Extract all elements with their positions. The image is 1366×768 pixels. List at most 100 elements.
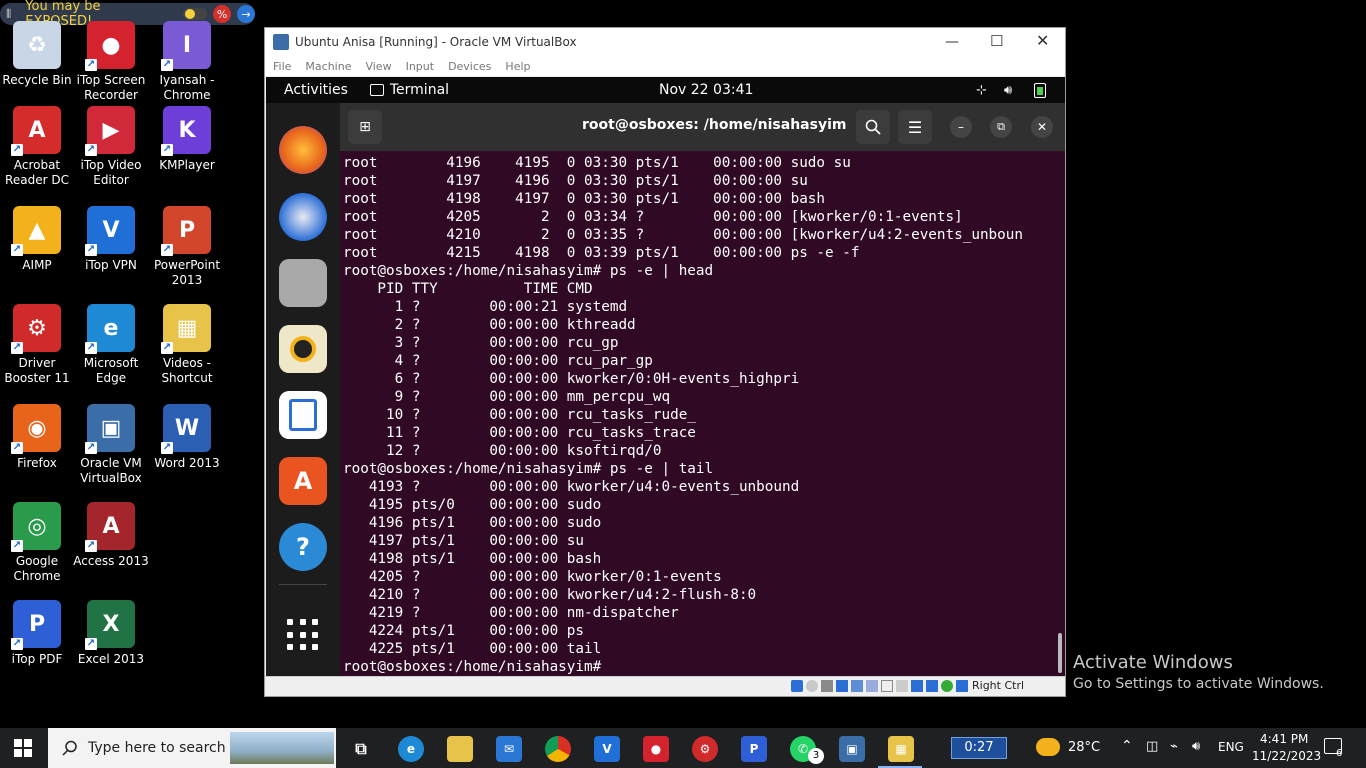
close-terminal-button[interactable]: ✕	[1031, 116, 1053, 138]
new-tab-button[interactable]: ⊞	[348, 110, 382, 144]
videos-taskbar-icon[interactable]: ▦	[888, 736, 914, 762]
shortcut-arrow-icon: ↗	[85, 638, 97, 650]
toggle-icon[interactable]	[183, 8, 208, 20]
search-box[interactable]: Type here to search	[48, 728, 336, 768]
activities-button[interactable]: Activities	[284, 82, 348, 98]
rhythmbox-dock-icon[interactable]	[279, 325, 327, 373]
desktop-icon[interactable]: W ↗ Word 2013	[149, 404, 225, 471]
chevron-up-icon[interactable]: ⌃	[1121, 738, 1133, 754]
app-menu[interactable]: Terminal	[390, 82, 449, 98]
shortcut-arrow-icon: ↗	[85, 442, 97, 454]
vt-icon[interactable]	[926, 680, 938, 692]
cpu-icon[interactable]	[911, 680, 923, 692]
driver-booster-taskbar-icon[interactable]: ⚙	[692, 736, 718, 762]
desktop-icon[interactable]: P ↗ PowerPoint 2013	[149, 206, 225, 288]
acrobat-icon: A ↗	[11, 106, 61, 156]
host-key-icon[interactable]	[956, 680, 968, 692]
terminal-header-bar[interactable]: ⊞ root@osboxes: /home/nisahasyim ☰ – ⧉ ✕	[340, 103, 1065, 151]
network-adapter-icon[interactable]	[836, 680, 848, 692]
help-dock-icon[interactable]: ?	[279, 523, 327, 571]
desktop-icon[interactable]: ▲ ↗ AIMP	[0, 206, 75, 273]
desktop-icon[interactable]: P ↗ iTop PDF	[0, 600, 75, 667]
terminal-line: root@osboxes:/home/nisahasyim#	[343, 659, 610, 675]
search-button[interactable]	[856, 110, 890, 144]
desktop-icon[interactable]: A ↗ Access 2013	[73, 502, 149, 569]
writer-dock-icon[interactable]	[279, 391, 327, 439]
powerpoint-icon: P ↗	[161, 206, 211, 256]
language-indicator[interactable]: ENG	[1218, 740, 1244, 754]
disk-icon[interactable]	[791, 680, 803, 692]
vm-title-bar[interactable]: Ubuntu Anisa [Running] - Oracle VM Virtu…	[265, 28, 1065, 56]
forward-arrow-icon[interactable]: →	[237, 5, 255, 23]
maximize-button[interactable]: ☐	[990, 32, 1003, 50]
meet-icon[interactable]: ◫	[1146, 739, 1158, 754]
menu-input[interactable]: Input	[406, 60, 434, 73]
weather-icon[interactable]	[1036, 738, 1060, 756]
files-dock-icon[interactable]	[279, 259, 327, 307]
terminal-output[interactable]: root 4196 4195 0 03:30 pts/1 00:00:00 su…	[340, 151, 1065, 677]
network-icon[interactable]: ⊹	[976, 83, 987, 98]
file-explorer-icon[interactable]	[447, 736, 473, 762]
show-apps-icon[interactable]	[287, 619, 319, 651]
clock-time[interactable]: 4:41 PM	[1260, 732, 1308, 746]
terminal-line: root 4205 2 0 03:34 ? 00:00:00 [kworker/…	[343, 209, 963, 225]
timer-widget[interactable]: 0:27	[951, 737, 1007, 759]
volume-icon[interactable]: 🔊︎	[1004, 83, 1012, 98]
menu-machine[interactable]: Machine	[305, 60, 351, 73]
desktop-icon[interactable]: X ↗ Excel 2013	[73, 600, 149, 667]
desktop-icon[interactable]: I ↗ Iyansah - Chrome	[149, 21, 225, 103]
firefox-dock-icon[interactable]	[279, 126, 327, 174]
desktop-icon[interactable]: e ↗ Microsoft Edge	[73, 304, 149, 386]
menu-devices[interactable]: Devices	[448, 60, 491, 73]
close-button[interactable]: ✕	[1036, 31, 1049, 50]
desktop-icon[interactable]: ▣ ↗ Oracle VM VirtualBox	[73, 404, 149, 486]
desktop-icon[interactable]: ◉ ↗ Firefox	[0, 404, 75, 471]
terminal-line: root 4197 4196 0 03:30 pts/1 00:00:00 su	[343, 173, 808, 189]
audio-icon[interactable]	[821, 680, 833, 692]
recording-icon[interactable]	[896, 680, 908, 692]
vpn-taskbar-icon[interactable]: V	[594, 736, 620, 762]
mail-icon[interactable]: ✉	[496, 736, 522, 762]
desktop-icon[interactable]: ◎ ↗ Google Chrome	[0, 502, 75, 584]
weather-temp[interactable]: 28°C	[1068, 740, 1100, 755]
desktop-icon[interactable]: ⚙ ↗ Driver Booster 11	[0, 304, 75, 386]
shared-folder-icon[interactable]	[866, 680, 878, 692]
power-icon[interactable]: ⌁	[1170, 739, 1178, 754]
clock-date[interactable]: 11/22/2023	[1252, 749, 1321, 763]
thunderbird-dock-icon[interactable]	[279, 193, 327, 241]
desktop-icon[interactable]: ▶ ↗ iTop Video Editor	[73, 106, 149, 188]
terminal-scrollbar[interactable]	[1058, 633, 1062, 673]
shortcut-arrow-icon: ↗	[85, 540, 97, 552]
terminal-line: 4210 ? 00:00:00 kworker/u4:2-flush-8:0	[343, 587, 757, 603]
chrome-taskbar-icon[interactable]	[545, 736, 571, 762]
usb-icon[interactable]	[851, 680, 863, 692]
optical-icon[interactable]	[806, 680, 818, 692]
desktop-icon[interactable]: ▦ ↗ Videos - Shortcut	[149, 304, 225, 386]
mouse-integration-icon[interactable]	[941, 680, 953, 692]
start-button[interactable]	[14, 739, 32, 757]
desktop-icon[interactable]: K ↗ KMPlayer	[149, 106, 225, 173]
menu-help[interactable]: Help	[505, 60, 530, 73]
minimize-button[interactable]: —	[945, 34, 959, 50]
minimize-terminal-button[interactable]: –	[950, 116, 972, 138]
terminal-line: 11 ? 00:00:00 rcu_tasks_trace	[343, 425, 696, 441]
virtualbox-taskbar-icon[interactable]: ▣	[839, 736, 865, 762]
battery-icon[interactable]	[1034, 83, 1046, 98]
desktop-icon[interactable]: ♻ Recycle Bin	[0, 21, 75, 88]
menu-view[interactable]: View	[365, 60, 391, 73]
volume-tray-icon[interactable]: 🔊︎	[1192, 739, 1200, 754]
screen-recorder-taskbar-icon[interactable]: ●	[643, 736, 669, 762]
menu-file[interactable]: File	[273, 60, 291, 73]
shortcut-arrow-icon: ↗	[161, 342, 173, 354]
desktop-icon[interactable]: V ↗ iTop VPN	[73, 206, 149, 273]
desktop-icon[interactable]: ● ↗ iTop Screen Recorder	[73, 21, 149, 103]
maximize-terminal-button[interactable]: ⧉	[990, 116, 1012, 138]
clock[interactable]: Nov 22 03:41	[659, 82, 753, 98]
desktop-icon[interactable]: A ↗ Acrobat Reader DC	[0, 106, 75, 188]
pdf-taskbar-icon[interactable]: P	[741, 736, 767, 762]
task-view-icon[interactable]: ⧉	[348, 736, 374, 762]
edge-taskbar-icon[interactable]: e	[398, 736, 424, 762]
display-icon[interactable]	[881, 680, 893, 692]
menu-button[interactable]: ☰	[898, 110, 932, 144]
software-dock-icon[interactable]: A	[279, 457, 327, 505]
